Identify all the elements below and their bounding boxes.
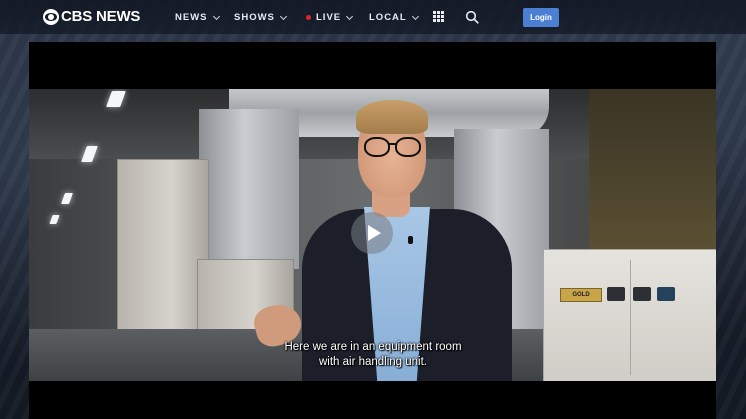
- chevron-down-icon: [279, 12, 287, 20]
- presenter-hair: [356, 100, 428, 134]
- nav-item-shows[interactable]: SHOWS: [234, 12, 287, 23]
- cabinet-button: [633, 287, 651, 301]
- apps-grid-icon[interactable]: [433, 11, 444, 22]
- ceiling-light: [49, 215, 60, 224]
- nav-item-label: NEWS: [175, 12, 208, 23]
- video-caption: Here we are in an equipment room with ai…: [229, 340, 517, 370]
- nav-item-live[interactable]: LIVE: [306, 12, 354, 23]
- glasses-bridge: [388, 143, 396, 145]
- search-icon[interactable]: [465, 10, 479, 24]
- nav-item-news[interactable]: NEWS: [175, 12, 220, 23]
- caption-line: with air handling unit.: [318, 356, 428, 368]
- nav-item-label: LIVE: [316, 12, 342, 23]
- site-header: CBS NEWS NEWS SHOWS LIVE LOCAL Login: [0, 0, 746, 34]
- lapel-mic: [408, 236, 413, 244]
- play-icon[interactable]: [351, 212, 393, 254]
- login-button[interactable]: Login: [523, 8, 559, 27]
- logo-text: CBS NEWS: [61, 8, 141, 25]
- cabinet-button: [657, 287, 675, 301]
- chevron-down-icon: [212, 12, 220, 20]
- nav-item-label: LOCAL: [369, 12, 407, 23]
- equipment-cabinet: [543, 249, 716, 381]
- nav-item-label: SHOWS: [234, 12, 275, 23]
- cabinet-button: [607, 287, 625, 301]
- glasses-lens: [364, 137, 390, 157]
- chevron-down-icon: [411, 12, 419, 20]
- live-dot-icon: [306, 15, 311, 20]
- glasses-lens: [395, 137, 421, 157]
- background-wall: [589, 89, 716, 254]
- ceiling-light: [60, 193, 74, 204]
- cbs-eye-icon: [43, 8, 59, 25]
- caption-line: Here we are in an equipment room: [284, 341, 462, 353]
- chevron-down-icon: [346, 12, 354, 20]
- air-duct-vertical: [199, 109, 299, 269]
- nav-item-local[interactable]: LOCAL: [369, 12, 419, 23]
- cbs-news-logo[interactable]: CBS NEWS: [43, 8, 140, 25]
- equipment-badge: GOLD: [560, 288, 602, 302]
